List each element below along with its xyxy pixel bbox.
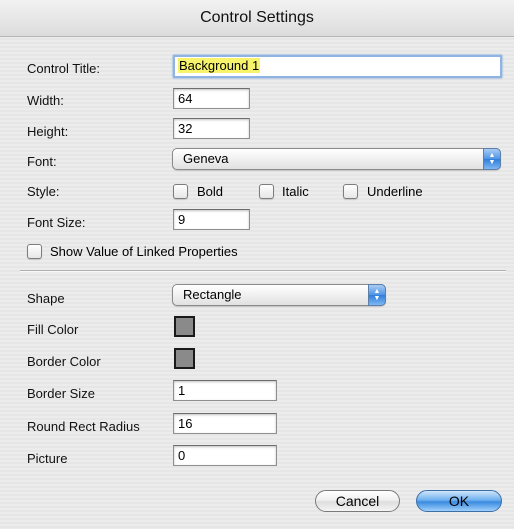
height-input[interactable]: 32 bbox=[173, 118, 250, 139]
italic-label[interactable]: Italic bbox=[282, 184, 309, 199]
ok-button[interactable]: OK bbox=[416, 490, 502, 512]
round-rect-radius-input[interactable]: 16 bbox=[173, 413, 277, 434]
width-label: Width: bbox=[27, 93, 64, 108]
underline-label[interactable]: Underline bbox=[367, 184, 423, 199]
border-color-swatch[interactable] bbox=[174, 348, 195, 369]
shape-popup-value: Rectangle bbox=[183, 287, 242, 302]
height-label: Height: bbox=[27, 124, 69, 139]
font-popup-value: Geneva bbox=[183, 151, 229, 166]
style-label: Style: bbox=[27, 184, 60, 199]
control-settings-dialog: Control Settings Control Title: Backgrou… bbox=[0, 0, 514, 529]
show-linked-label[interactable]: Show Value of Linked Properties bbox=[50, 244, 238, 259]
font-size-input[interactable]: 9 bbox=[173, 209, 250, 230]
control-title-value: Background 1 bbox=[178, 58, 261, 73]
control-title-label: Control Title: bbox=[27, 61, 100, 76]
shape-label: Shape bbox=[27, 291, 65, 306]
font-label: Font: bbox=[27, 154, 57, 169]
border-size-input[interactable]: 1 bbox=[173, 380, 277, 401]
fill-color-label: Fill Color bbox=[27, 322, 79, 337]
show-linked-checkbox[interactable] bbox=[27, 244, 42, 259]
font-popup[interactable]: Geneva ▲ ▼ bbox=[172, 148, 501, 170]
control-title-input[interactable]: Background 1 bbox=[173, 55, 502, 78]
shape-popup[interactable]: Rectangle ▲ ▼ bbox=[172, 284, 386, 306]
picture-label: Picture bbox=[27, 451, 68, 466]
underline-checkbox[interactable] bbox=[343, 184, 358, 199]
bold-checkbox[interactable] bbox=[173, 184, 188, 199]
border-color-label: Border Color bbox=[27, 354, 101, 369]
window-title: Control Settings bbox=[200, 9, 314, 26]
border-size-label: Border Size bbox=[27, 386, 95, 401]
width-input[interactable]: 64 bbox=[173, 88, 250, 109]
cancel-button[interactable]: Cancel bbox=[315, 490, 400, 512]
fill-color-swatch[interactable] bbox=[174, 316, 195, 337]
title-bar[interactable]: Control Settings bbox=[0, 0, 514, 37]
italic-checkbox[interactable] bbox=[259, 184, 274, 199]
round-rect-radius-label: Round Rect Radius bbox=[27, 419, 140, 434]
bold-label[interactable]: Bold bbox=[197, 184, 223, 199]
font-size-label: Font Size: bbox=[27, 215, 86, 230]
separator bbox=[20, 270, 506, 272]
popup-arrows-icon: ▲ ▼ bbox=[483, 148, 501, 170]
popup-arrows-icon: ▲ ▼ bbox=[368, 284, 386, 306]
picture-input[interactable]: 0 bbox=[173, 445, 277, 466]
